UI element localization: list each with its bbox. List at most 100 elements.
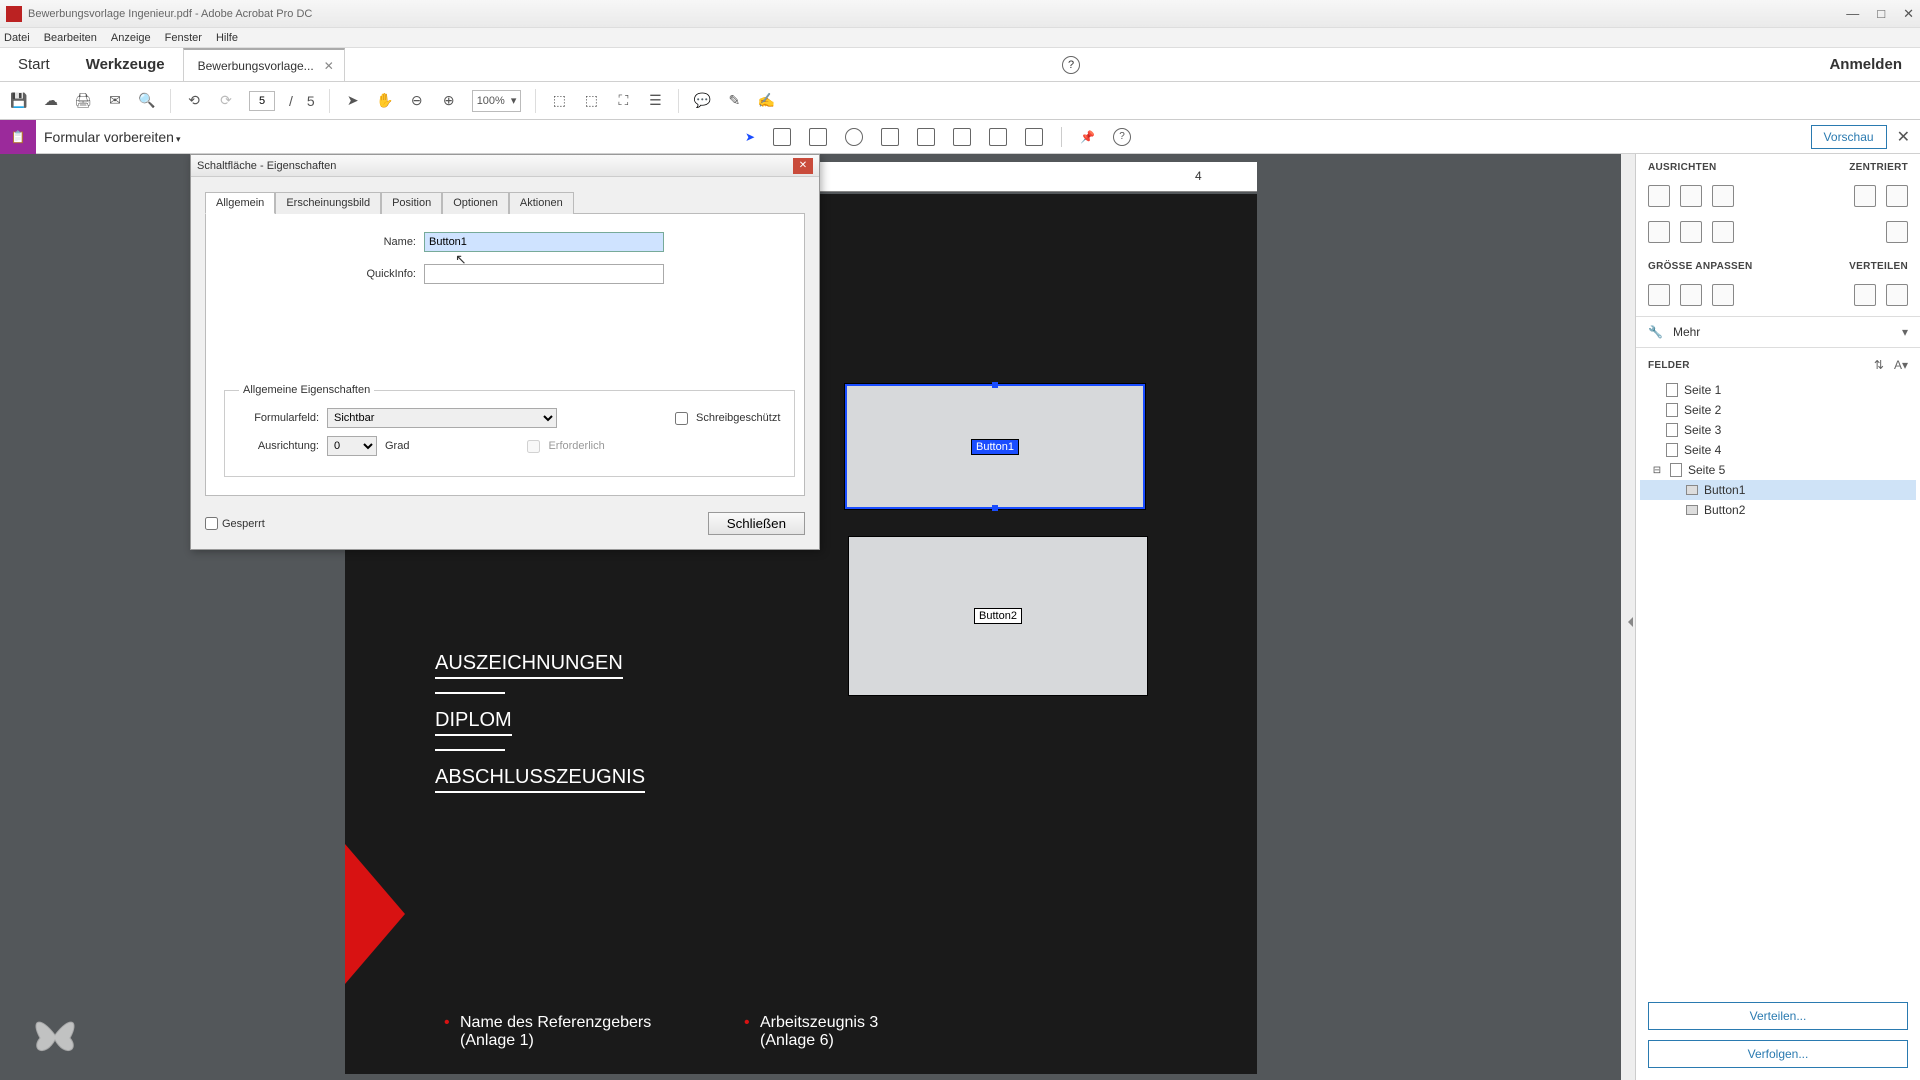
align-left-icon[interactable] [1648,185,1670,207]
tab-tools[interactable]: Werkzeuge [68,48,183,81]
align-center-h-icon[interactable] [1680,185,1702,207]
menu-view[interactable]: Anzeige [111,32,151,44]
fullscreen-icon[interactable]: ⛶ [614,92,632,110]
match-both-icon[interactable] [1712,284,1734,306]
distribute-v-icon[interactable] [1886,284,1908,306]
tree-page-3[interactable]: Seite 3 [1640,420,1916,440]
align-top-icon[interactable] [1648,221,1670,243]
align-middle-icon[interactable] [1680,221,1702,243]
list-tool-icon[interactable] [881,128,899,146]
panel-collapse-handle[interactable] [1628,617,1636,637]
page-up-icon[interactable]: ⟲ [185,92,203,110]
comment-icon[interactable]: 💬 [693,92,711,110]
highlight-icon[interactable]: ✎ [725,92,743,110]
tree-field-button2[interactable]: Button2 [1640,500,1916,520]
document-canvas[interactable]: 4 Button1 Button2 AUSZEICHNUNGEN DIPLOM … [0,154,1635,1080]
menu-edit[interactable]: Bearbeiten [44,32,97,44]
form-field-label: Button2 [974,608,1022,624]
center-page-icon[interactable] [1886,221,1908,243]
match-height-icon[interactable] [1680,284,1702,306]
readonly-checkbox[interactable] [675,412,688,425]
dialog-titlebar[interactable]: Schaltfläche - Eigenschaften ✕ [191,155,819,177]
sort-icon[interactable]: ⇅ [1874,358,1884,372]
pointer-icon[interactable]: ➤ [344,92,362,110]
tree-page-1[interactable]: Seite 1 [1640,380,1916,400]
menu-window[interactable]: Fenster [165,32,202,44]
distribute-h-icon[interactable] [1854,284,1876,306]
tool-name[interactable]: Formular vorbereiten▾ [36,129,188,145]
zoom-select[interactable]: 100%▾ [472,90,522,112]
close-tab-icon[interactable]: ✕ [324,59,334,73]
zoom-in-icon[interactable]: ⊕ [440,92,458,110]
center-v-icon[interactable] [1886,185,1908,207]
barcode-tool-icon[interactable] [1025,128,1043,146]
tab-actions[interactable]: Aktionen [509,192,574,214]
mail-icon[interactable]: ✉ [106,92,124,110]
button-tool-icon[interactable] [953,128,971,146]
locked-checkbox[interactable] [205,517,218,530]
tab-bar: Start Werkzeuge Bewerbungsvorlage... ✕ ?… [0,48,1920,82]
close-tool-button[interactable]: ✕ [1897,127,1910,147]
tab-position[interactable]: Position [381,192,442,214]
tab-general[interactable]: Allgemein [205,192,275,214]
dropdown-tool-icon[interactable] [917,128,935,146]
tab-appearance[interactable]: Erscheinungsbild [275,192,381,214]
read-mode-icon[interactable]: ☰ [646,92,664,110]
tool-category-icon[interactable]: 📋 [0,120,36,154]
name-input[interactable] [424,232,664,252]
search-icon[interactable]: 🔍 [138,92,156,110]
form-field-button1[interactable]: Button1 [845,384,1145,509]
dialog-close-button[interactable]: ✕ [793,158,813,174]
help-icon[interactable]: ? [1062,56,1080,74]
hand-icon[interactable]: ✋ [376,92,394,110]
align-right-icon[interactable] [1712,185,1734,207]
tree-page-2[interactable]: Seite 2 [1640,400,1916,420]
more-row[interactable]: 🔧 Mehr ▾ [1636,316,1920,348]
section-size-label: GRÖSSE ANPASSEN [1648,261,1753,272]
section-distribute-label: VERTEILEN [1849,261,1908,272]
window-close-button[interactable]: ✕ [1903,6,1914,22]
window-maximize-button[interactable]: □ [1877,6,1885,22]
tab-start[interactable]: Start [0,48,68,81]
menu-file[interactable]: Datei [4,32,30,44]
close-button[interactable]: Schließen [708,512,805,535]
fit-width-icon[interactable]: ⬚ [550,92,568,110]
align-bottom-icon[interactable] [1712,221,1734,243]
cloud-icon[interactable]: ☁ [42,92,60,110]
fit-page-icon[interactable]: ⬚ [582,92,600,110]
login-button[interactable]: Anmelden [1811,56,1920,73]
formfield-select[interactable]: Sichtbar [327,408,557,428]
match-width-icon[interactable] [1648,284,1670,306]
checkbox-tool-icon[interactable] [809,128,827,146]
form-field-button2[interactable]: Button2 [848,536,1148,696]
print-icon[interactable]: 🖨 [74,92,92,110]
center-h-icon[interactable] [1854,185,1876,207]
distribute-button[interactable]: Verteilen... [1648,1002,1908,1030]
form-field-label: Button1 [971,439,1019,455]
text-field-tool-icon[interactable] [773,128,791,146]
help-tool-icon[interactable]: ? [1113,128,1131,146]
window-minimize-button[interactable]: — [1846,6,1859,22]
divider [435,692,505,694]
track-button[interactable]: Verfolgen... [1648,1040,1908,1068]
menu-help[interactable]: Hilfe [216,32,238,44]
radio-tool-icon[interactable] [845,128,863,146]
tree-field-button1[interactable]: Button1 [1640,480,1916,500]
pin-icon[interactable]: 📌 [1080,130,1095,144]
save-icon[interactable]: 💾 [10,92,28,110]
tab-options[interactable]: Optionen [442,192,509,214]
tree-page-4[interactable]: Seite 4 [1640,440,1916,460]
zoom-out-icon[interactable]: ⊖ [408,92,426,110]
tree-page-5[interactable]: ⊟Seite 5 [1640,460,1916,480]
document-tab[interactable]: Bewerbungsvorlage... ✕ [183,48,345,81]
orientation-suffix: Grad [385,440,409,452]
sort-alpha-icon[interactable]: A▾ [1894,358,1908,372]
orientation-select[interactable]: 0 [327,436,377,456]
readonly-label: Schreibgeschützt [696,412,780,424]
page-down-icon[interactable]: ⟳ [217,92,235,110]
signature-tool-icon[interactable] [989,128,1007,146]
preview-button[interactable]: Vorschau [1811,125,1887,149]
page-number-input[interactable] [249,91,275,111]
signature-icon[interactable]: ✍ [757,92,775,110]
select-tool-icon[interactable]: ➤ [745,130,755,144]
